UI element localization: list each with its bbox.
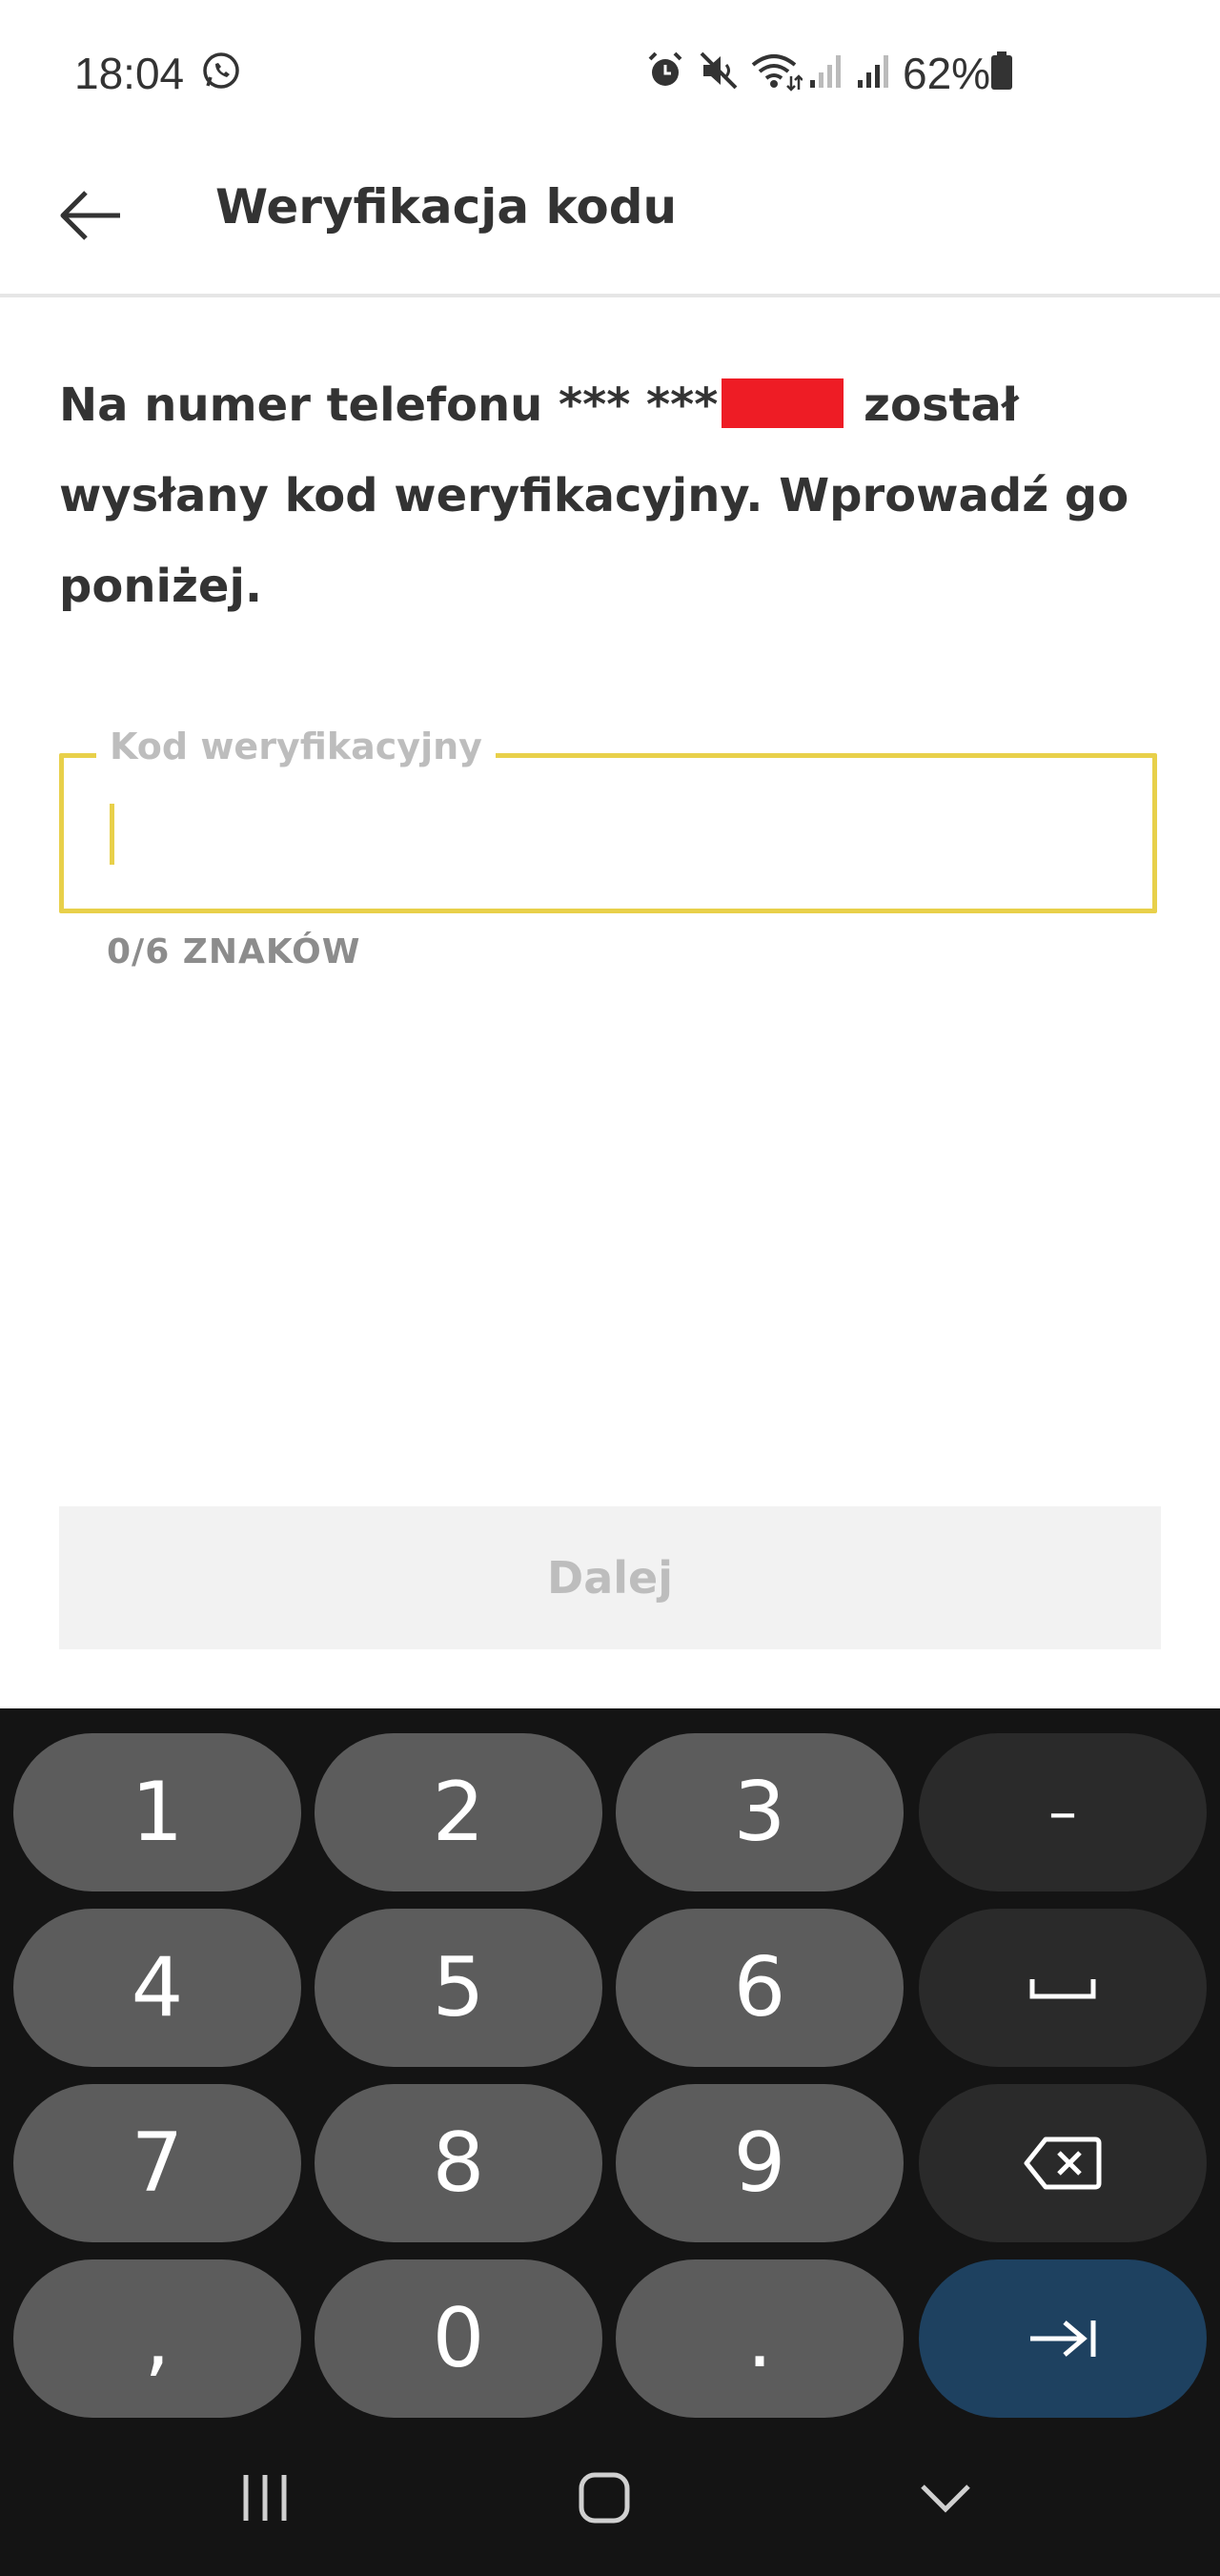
space-icon (1029, 1979, 1096, 1999)
key-5[interactable]: 5 (315, 1909, 602, 2067)
key-7[interactable]: 7 (13, 2084, 301, 2242)
battery-percent: 62% (903, 49, 991, 98)
key-1[interactable]: 1 (13, 1733, 301, 1891)
verification-code-field[interactable]: Kod weryfikacyjny (59, 726, 1157, 913)
key-2[interactable]: 2 (315, 1733, 602, 1891)
character-counter: 0/6 ZNAKÓW (107, 932, 361, 971)
battery-icon (991, 51, 1012, 90)
back-arrow-icon[interactable] (57, 181, 126, 250)
hide-keyboard-icon[interactable] (915, 2467, 976, 2528)
backspace-icon (1024, 2136, 1102, 2190)
phone-number-redaction (722, 378, 844, 428)
page-title: Weryfikacja kodu (215, 179, 678, 235)
key-0[interactable]: 0 (315, 2259, 602, 2418)
next-button[interactable]: Dalej (59, 1506, 1161, 1649)
key-backspace[interactable] (919, 2084, 1207, 2242)
recent-apps-icon[interactable] (234, 2467, 295, 2528)
whatsapp-icon (203, 52, 239, 89)
status-bar: 18:04 62% (0, 0, 1220, 153)
text-caret (110, 804, 114, 865)
tab-arrow-icon (1030, 2320, 1096, 2357)
key-comma[interactable]: , (13, 2259, 301, 2418)
signal-icon (858, 55, 888, 88)
signal-icon (810, 55, 841, 88)
alarm-icon (648, 51, 682, 86)
app-bar: Weryfikacja kodu (0, 153, 1220, 297)
key-space[interactable] (919, 1909, 1207, 2067)
key-3[interactable]: 3 (616, 1733, 904, 1891)
mute-icon (700, 51, 738, 90)
status-time: 18:04 (74, 49, 185, 98)
verification-code-label: Kod weryfikacyjny (96, 726, 496, 767)
instruction-text: Na numer telefonu *** *** został wysłany… (59, 360, 1165, 632)
wifi-icon (751, 54, 803, 92)
key-4[interactable]: 4 (13, 1909, 301, 2067)
verification-code-input[interactable] (102, 792, 1112, 878)
navigation-bar (0, 2422, 1220, 2576)
key-dash[interactable]: – (919, 1733, 1207, 1891)
home-icon[interactable] (574, 2467, 635, 2528)
key-8[interactable]: 8 (315, 2084, 602, 2242)
key-next-field[interactable] (919, 2259, 1207, 2418)
key-9[interactable]: 9 (616, 2084, 904, 2242)
key-period[interactable]: . (616, 2259, 904, 2418)
instruction-text-before: Na numer telefonu *** *** (59, 378, 719, 432)
key-6[interactable]: 6 (616, 1909, 904, 2067)
